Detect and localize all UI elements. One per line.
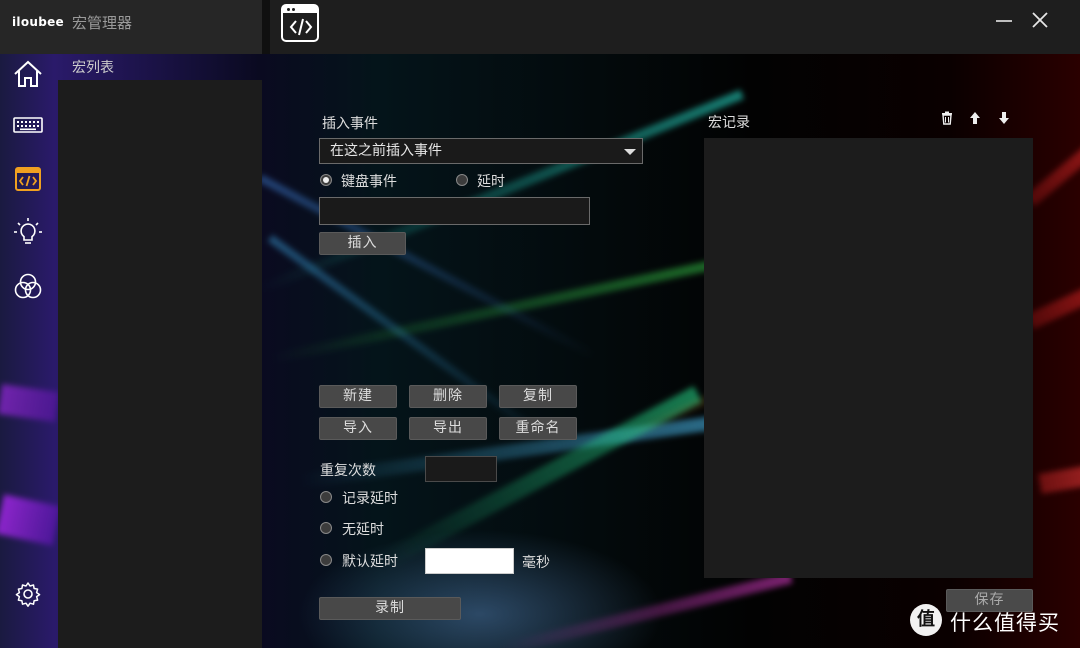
- keyboard-icon: [13, 117, 43, 133]
- nav-lighting-button[interactable]: [10, 215, 46, 251]
- nav-color-button[interactable]: [10, 269, 46, 305]
- record-delay-label: 记录延时: [342, 491, 398, 507]
- watermark-logo: 值: [910, 604, 942, 636]
- rename-button[interactable]: 重命名: [499, 417, 577, 440]
- close-button[interactable]: [1028, 8, 1052, 32]
- titlebar-divider: [262, 0, 270, 54]
- arrow-down-icon: [999, 112, 1009, 124]
- chevron-down-icon: [624, 149, 636, 155]
- nav-keyboard-button[interactable]: [10, 107, 46, 143]
- default-delay-radio[interactable]: [320, 554, 332, 566]
- macro-record-label: 宏记录: [708, 115, 750, 131]
- repeat-count-label: 重复次数: [320, 463, 376, 479]
- nav-macro-button[interactable]: [10, 161, 46, 197]
- lightbulb-icon: [14, 218, 42, 244]
- default-delay-label: 默认延时: [342, 554, 398, 570]
- insert-button[interactable]: 插入: [319, 232, 406, 255]
- new-button[interactable]: 新建: [319, 385, 397, 408]
- trash-icon: [942, 111, 952, 125]
- insert-event-label: 插入事件: [322, 116, 378, 132]
- nav-settings-button[interactable]: [10, 576, 46, 612]
- sidebar-nav: [0, 54, 58, 648]
- titlebar-right: [270, 0, 1080, 54]
- gear-icon: [15, 582, 41, 607]
- record-delay-radio[interactable]: [320, 491, 332, 503]
- repeat-count-input[interactable]: [425, 456, 497, 482]
- nav-home-button[interactable]: [10, 56, 46, 92]
- delay-radio[interactable]: [456, 174, 468, 186]
- macro-record-list[interactable]: [704, 138, 1033, 578]
- app-title: 宏管理器: [72, 14, 133, 32]
- macro-page-icon: [281, 4, 319, 42]
- export-button[interactable]: 导出: [409, 417, 487, 440]
- delay-unit-label: 毫秒: [522, 555, 550, 571]
- copy-button[interactable]: 复制: [499, 385, 577, 408]
- no-delay-label: 无延时: [342, 522, 384, 538]
- titlebar-left: iloubee 宏管理器: [0, 0, 262, 54]
- delete-step-button[interactable]: [939, 110, 955, 126]
- default-delay-input[interactable]: [425, 548, 514, 574]
- code-icon: [15, 167, 41, 191]
- macro-list-label: 宏列表: [72, 60, 114, 76]
- import-button[interactable]: 导入: [319, 417, 397, 440]
- insert-position-value: 在这之前插入事件: [330, 143, 442, 159]
- move-up-button[interactable]: [967, 110, 983, 126]
- record-button[interactable]: 录制: [319, 597, 461, 620]
- minimize-icon: [996, 20, 1012, 22]
- watermark-badge-text: 值: [917, 609, 935, 630]
- insert-position-select[interactable]: 在这之前插入事件: [319, 138, 643, 164]
- brand-logo: iloubee: [12, 15, 64, 29]
- macro-list[interactable]: [58, 80, 262, 648]
- arrow-up-icon: [970, 112, 980, 124]
- keyboard-event-label: 键盘事件: [341, 174, 397, 190]
- watermark-text: 什么值得买: [950, 611, 1060, 635]
- delete-button[interactable]: 删除: [409, 385, 487, 408]
- event-input[interactable]: [319, 197, 590, 225]
- close-icon: [1032, 12, 1048, 28]
- no-delay-radio[interactable]: [320, 522, 332, 534]
- home-icon: [14, 60, 42, 87]
- keyboard-event-radio[interactable]: [320, 174, 332, 186]
- color-circles-icon: [14, 273, 42, 299]
- minimize-button[interactable]: [992, 8, 1016, 32]
- move-down-button[interactable]: [996, 110, 1012, 126]
- delay-label: 延时: [477, 174, 505, 190]
